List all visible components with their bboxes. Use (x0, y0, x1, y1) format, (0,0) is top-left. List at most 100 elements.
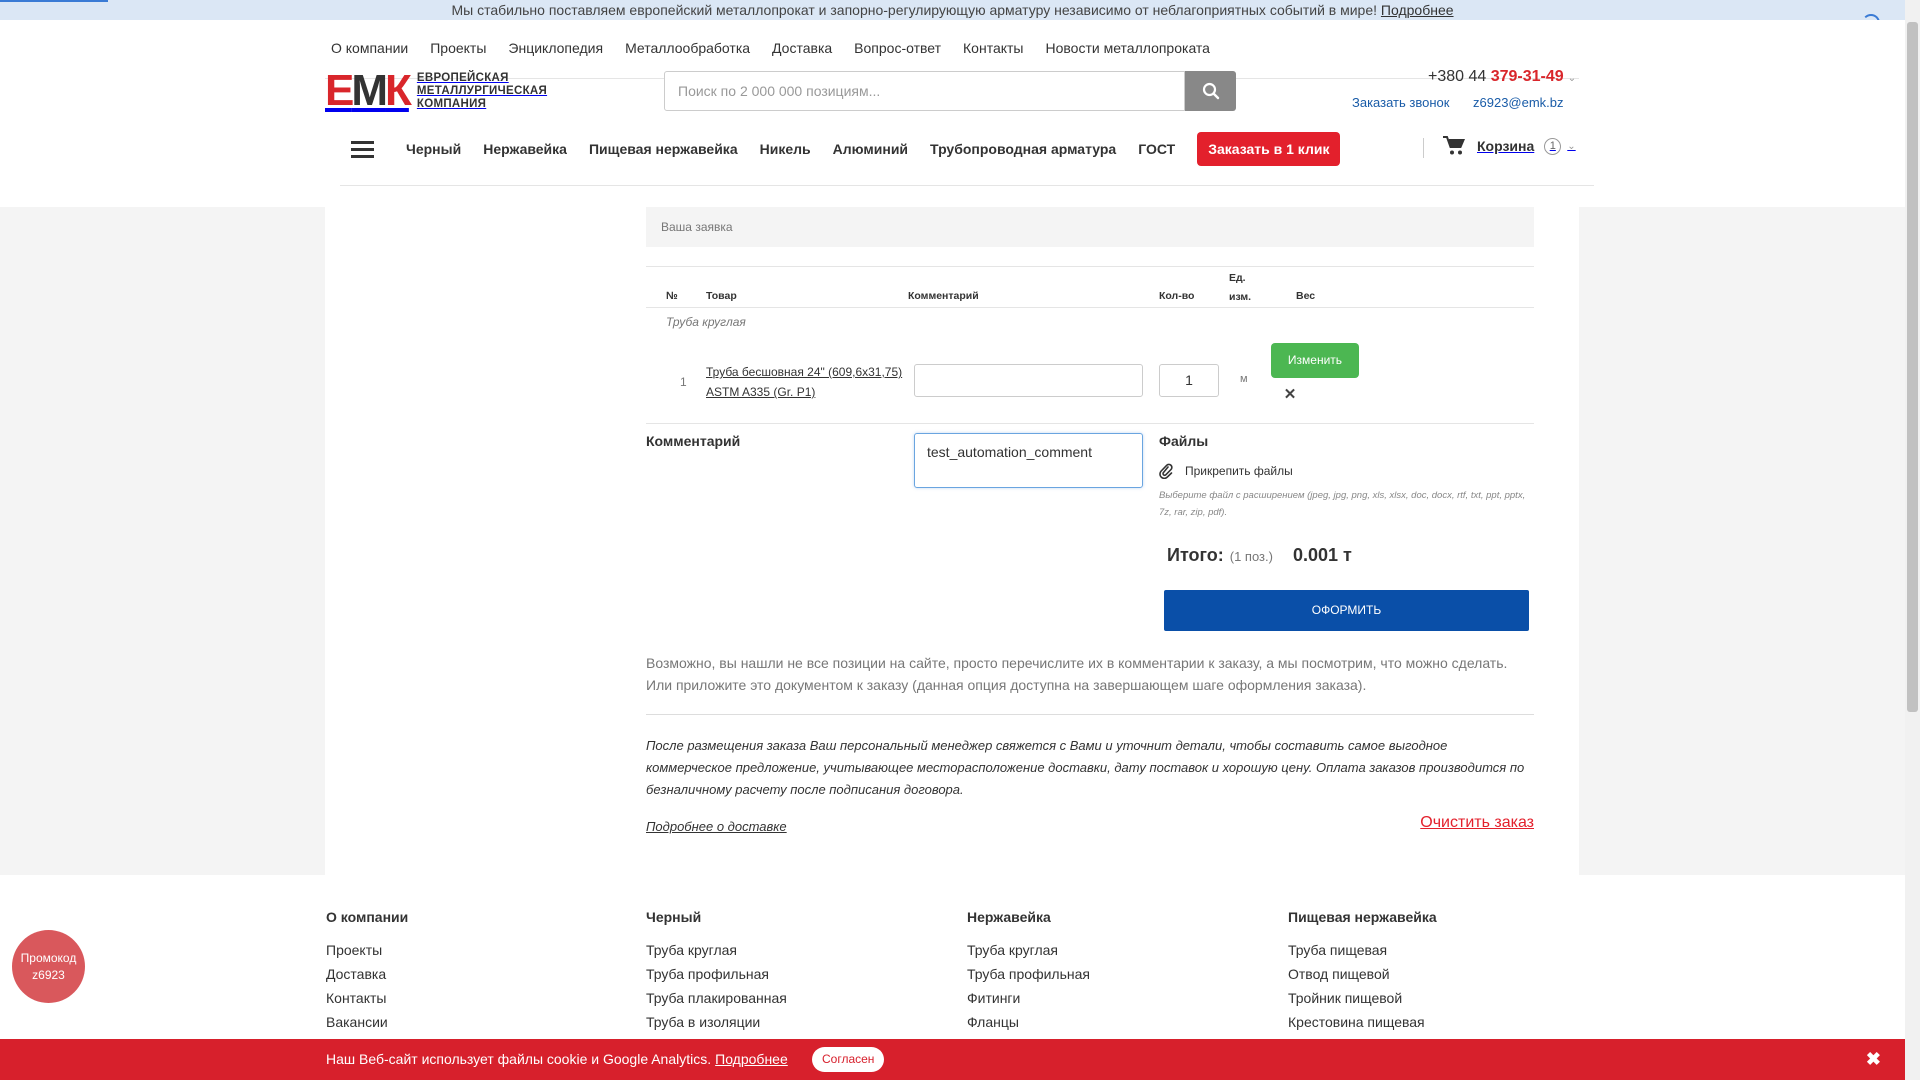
nav-pipeline-valves[interactable]: Трубопроводная арматура (930, 141, 1116, 157)
total-count: (1 поз.) (1229, 549, 1273, 564)
clear-order-link[interactable]: Очистить заказ (1420, 814, 1534, 832)
order-form: Ваша заявка № Товар Комментарий Кол-во Е… (646, 207, 1534, 834)
footer-link[interactable]: Вакансии (326, 1014, 408, 1030)
files-hint: Выберите файл с расширением (jpeg, jpg, … (1159, 490, 1526, 518)
scrollbar[interactable] (1905, 0, 1920, 1080)
banner-more-link[interactable]: Подробнее (1381, 2, 1454, 18)
footer-link[interactable]: Крестовина пищевая (1288, 1014, 1437, 1030)
cart-icon (1443, 136, 1465, 155)
row-comment-input[interactable] (914, 364, 1143, 397)
chevron-down-icon: ⌄ (1567, 140, 1576, 152)
top-nav-contacts[interactable]: Контакты (963, 40, 1023, 56)
search-bar (664, 71, 1236, 111)
footer-link[interactable]: Труба круглая (646, 942, 787, 958)
footer-heading[interactable]: Черный (646, 909, 787, 925)
top-nav-metalworking[interactable]: Металлообработка (625, 40, 750, 56)
delivery-info-link[interactable]: Подробнее о доставке (646, 819, 787, 834)
footer-link[interactable]: Отвод пищевой (1288, 966, 1437, 982)
attach-files-label: Прикрепить файлы (1185, 464, 1293, 478)
search-icon (1202, 82, 1219, 100)
search-button[interactable] (1185, 71, 1236, 111)
order-comment-textarea[interactable]: test_automation_comment (914, 433, 1143, 488)
company-logo[interactable]: ЕМК ЕВРОПЕЙСКАЯ МЕТАЛЛУРГИЧЕСКАЯ КОМПАНИ… (325, 66, 547, 115)
footer-link[interactable]: Труба профильная (646, 966, 787, 982)
product-group-label: Труба круглая (666, 315, 746, 329)
top-nav-faq[interactable]: Вопрос-ответ (854, 40, 941, 56)
nav-aluminium[interactable]: Алюминий (833, 141, 908, 157)
logo-mark: ЕМК (325, 66, 412, 115)
cookie-more-link[interactable]: Подробнее (715, 1051, 788, 1067)
nav-gost[interactable]: ГОСТ (1138, 141, 1175, 157)
footer-col-company: О компании Проекты Доставка Контакты Вак… (326, 909, 408, 1038)
nav-nickel[interactable]: Никель (760, 141, 811, 157)
phone-number[interactable]: +380 44 379-31-49 ⌄ (1428, 68, 1576, 86)
col-unit: Ед. изм. (1229, 272, 1252, 303)
note-divider (646, 714, 1534, 715)
unit-label: м (1240, 373, 1248, 385)
attach-files-button[interactable]: Прикрепить файлы (1159, 463, 1293, 479)
order-header: Ваша заявка (646, 207, 1534, 247)
footer-link[interactable]: Тройник пищевой (1288, 990, 1437, 1006)
cookie-banner: Наш Веб-сайт использует файлы cookie и G… (0, 1039, 1905, 1080)
nav-divider (340, 185, 1594, 186)
nav-stainless[interactable]: Нержавейка (483, 141, 567, 157)
order-table-header: № Товар Комментарий Кол-во Ед. изм. Вес (646, 266, 1534, 308)
nav-food-stainless[interactable]: Пищевая нержавейка (589, 141, 738, 157)
footer-link[interactable]: Труба плакированная (646, 990, 787, 1006)
footer-link[interactable]: Труба пищевая (1288, 942, 1437, 958)
row-number: 1 (680, 375, 687, 389)
product-link[interactable]: Труба бесшовная 24" (609,6x31,75) ASTM A… (706, 362, 906, 402)
top-nav-projects[interactable]: Проекты (430, 40, 486, 56)
nav-black[interactable]: Черный (406, 141, 461, 157)
menu-icon[interactable] (340, 131, 384, 167)
total-label: Итого: (1167, 545, 1224, 565)
remove-icon[interactable]: ✕ (1282, 387, 1298, 403)
close-icon[interactable]: ✖ (1866, 1049, 1881, 1070)
promo-code: z6923 (32, 967, 65, 982)
top-nav-delivery[interactable]: Доставка (772, 40, 832, 56)
footer-heading[interactable]: О компании (326, 909, 408, 925)
email-link[interactable]: z6923@emk.bz (1473, 95, 1564, 110)
top-banner: Мы стабильно поставляем европейский мета… (0, 0, 1905, 20)
promo-code-badge[interactable]: Промокод z6923 (12, 930, 85, 1003)
one-click-order-button[interactable]: Заказать в 1 клик (1197, 132, 1341, 166)
footer-link[interactable]: Доставка (326, 966, 408, 982)
header: О компании Проекты Энциклопедия Металлоо… (0, 20, 1905, 207)
manager-note: После размещения заказа Ваш персональный… (646, 738, 1525, 797)
paperclip-icon (1159, 463, 1173, 479)
change-button[interactable]: Изменить (1271, 343, 1359, 378)
top-nav-news[interactable]: Новости металлопроката (1046, 40, 1210, 56)
footer-link[interactable]: Труба круглая (967, 942, 1090, 958)
footer-link[interactable]: Проекты (326, 942, 408, 958)
cookie-text: Наш Веб-сайт использует файлы cookie и G… (326, 1051, 788, 1067)
quantity-input[interactable]: 1 (1159, 364, 1219, 397)
banner-text: Мы стабильно поставляем европейский мета… (451, 2, 1378, 18)
cookie-agree-button[interactable]: Согласен (812, 1047, 885, 1072)
top-nav: О компании Проекты Энциклопедия Металлоо… (331, 40, 1232, 56)
scrollbar-thumb[interactable] (1907, 22, 1918, 712)
callback-link[interactable]: Заказать звонок (1352, 95, 1449, 110)
footer-link[interactable]: Контакты (326, 990, 408, 1006)
col-product: Товар (706, 290, 737, 302)
col-comment: Комментарий (908, 290, 979, 302)
cart-label: Корзина (1477, 138, 1535, 154)
checkout-button[interactable]: Оформить (1164, 590, 1529, 631)
promo-label: Промокод (20, 950, 77, 965)
main-nav: Черный Нержавейка Пищевая нержавейка Ник… (340, 131, 1341, 167)
cart-button[interactable]: Корзина 1 ⌄ (1443, 136, 1576, 156)
footer-link[interactable]: Труба профильная (967, 966, 1090, 982)
footer-col-black: Черный Труба круглая Труба профильная Тр… (646, 909, 787, 1038)
footer-link[interactable]: Фланцы (967, 1014, 1090, 1030)
footer-link[interactable]: Труба в изоляции (646, 1014, 787, 1030)
footer-heading[interactable]: Нержавейка (967, 909, 1090, 925)
order-total: Итого: (1 поз.) 0.001 т (1167, 545, 1352, 566)
top-nav-about[interactable]: О компании (331, 40, 408, 56)
comment-label: Комментарий (646, 433, 741, 449)
loading-bar (0, 0, 108, 2)
footer-heading[interactable]: Пищевая нержавейка (1288, 909, 1437, 925)
files-label: Файлы (1159, 433, 1209, 449)
search-input[interactable] (664, 71, 1185, 111)
top-nav-encyclopedia[interactable]: Энциклопедия (508, 40, 603, 56)
missing-items-note: Возможно, вы нашли не все позиции на сай… (646, 655, 1508, 693)
footer-link[interactable]: Фитинги (967, 990, 1090, 1006)
